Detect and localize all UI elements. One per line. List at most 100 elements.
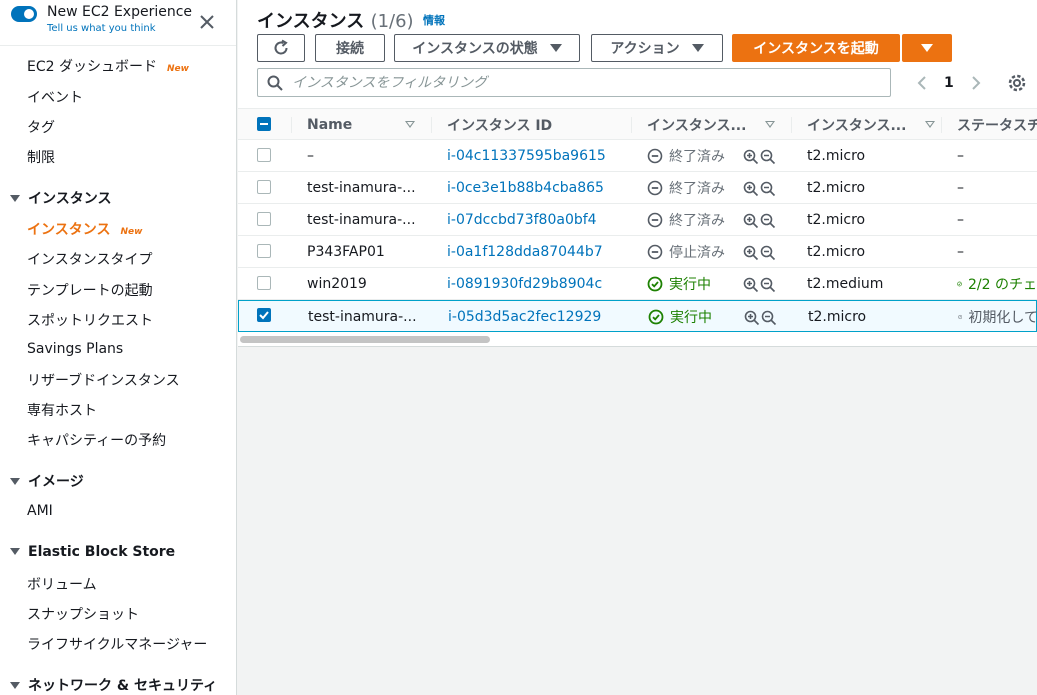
instance-state: 終了済み [647, 204, 743, 235]
sidebar: New EC2 Experience Tell us what you thin… [0, 0, 237, 695]
actions-dropdown[interactable]: アクション [591, 34, 723, 62]
status-check-label: 2/2 のチェ [968, 276, 1037, 293]
column-header-name[interactable]: Name [307, 109, 407, 140]
page-title: インスタンス (1/6) [257, 11, 414, 32]
sidebar-item-limits[interactable]: 制限 [27, 147, 55, 167]
row-checkbox[interactable] [257, 244, 271, 258]
zoom-out-icon[interactable] [760, 245, 776, 261]
sidebar-item-ec2-dashboard[interactable]: EC2 ダッシュボード New [27, 56, 189, 76]
zoom-out-icon[interactable] [760, 213, 776, 229]
instance-state-label: 終了済み [669, 180, 725, 197]
cell-name: test-inamura-... [307, 179, 416, 196]
row-checkbox[interactable] [257, 308, 271, 322]
sidebar-item-dedicated-hosts[interactable]: 専有ホスト [27, 400, 97, 420]
current-page-number[interactable]: 1 [944, 75, 954, 91]
sidebar-item-tags[interactable]: タグ [27, 117, 55, 137]
column-header-instance-state[interactable]: インスタンス... [647, 109, 759, 140]
stopped-icon [647, 180, 663, 195]
chevron-left-icon [917, 76, 926, 90]
sort-icon[interactable] [765, 121, 775, 128]
instance-state: 実行中 [648, 301, 744, 332]
instance-id-link[interactable]: i-0ce3e1b88b4cba865 [447, 172, 622, 203]
feedback-link[interactable]: Tell us what you think [47, 23, 156, 34]
sidebar-section-instances[interactable]: インスタンス [10, 188, 111, 208]
next-page-button[interactable] [968, 72, 984, 94]
column-header-instance-id[interactable]: インスタンス ID [447, 109, 617, 140]
row-checkbox[interactable] [257, 148, 271, 162]
zoom-out-icon[interactable] [760, 181, 776, 197]
table-row[interactable]: P343FAP01 i-0a1f128dda87044b7 停止済み t2.micro… [238, 236, 1037, 268]
instance-id-link[interactable]: i-05d3d5ac2fec12929 [448, 301, 623, 332]
table-row[interactable]: test-inamura-... i-0ce3e1b88b4cba865 終了済み t… [238, 172, 1037, 204]
column-header-status-check[interactable]: ステータスチ [957, 109, 1037, 140]
row-checkbox[interactable] [257, 212, 271, 226]
column-divider [941, 117, 942, 133]
zoom-in-icon[interactable] [743, 149, 759, 165]
zoom-controls [743, 245, 776, 261]
table-row[interactable]: test-inamura-... i-07dccbd73f80a0bf4 終了済み t… [238, 204, 1037, 236]
new-experience-banner: New EC2 Experience Tell us what you thin… [0, 0, 236, 46]
previous-page-button[interactable] [914, 72, 930, 94]
column-header-instance-type[interactable]: インスタンス... [807, 109, 919, 140]
zoom-out-icon[interactable] [761, 310, 777, 326]
sidebar-section-ebs[interactable]: Elastic Block Store [10, 544, 175, 560]
status-check-label: – [957, 211, 964, 228]
table-row[interactable]: win2019 i-0891930fd29b8904c 実行中 t2.medium 2/… [238, 268, 1037, 300]
select-all-checkbox[interactable] [257, 117, 271, 131]
search-input[interactable] [292, 73, 882, 93]
sidebar-item-ami[interactable]: AMI [27, 503, 53, 519]
zoom-out-icon[interactable] [760, 149, 776, 165]
chevron-right-icon [972, 76, 981, 90]
zoom-in-icon[interactable] [743, 213, 759, 229]
status-check-label: 初期化して [968, 309, 1037, 326]
caret-down-icon [10, 477, 20, 485]
sort-icon[interactable] [405, 121, 415, 128]
zoom-controls [744, 310, 777, 326]
sidebar-item-snapshots[interactable]: スナップショット [27, 604, 139, 624]
status-check-label: – [957, 147, 964, 164]
connect-button[interactable]: 接続 [315, 34, 385, 62]
sidebar-item-reserved-instances[interactable]: リザーブドインスタンス [27, 370, 180, 390]
sort-icon[interactable] [925, 121, 935, 128]
sidebar-item-capacity-reservations[interactable]: キャパシティーの予約 [27, 430, 166, 450]
launch-instances-button[interactable]: インスタンスを起動 [732, 34, 900, 62]
sidebar-item-launch-templates[interactable]: テンプレートの起動 [27, 280, 153, 300]
sidebar-item-lifecycle-manager[interactable]: ライフサイクルマネージャー [27, 634, 207, 654]
sidebar-item-instances[interactable]: インスタンス New [27, 219, 142, 239]
horizontal-scrollbar[interactable] [240, 336, 490, 343]
instance-id-link[interactable]: i-04c11337595ba9615 [447, 140, 622, 171]
instance-id-link[interactable]: i-0891930fd29b8904c [447, 268, 622, 299]
instance-id-link[interactable]: i-07dccbd73f80a0bf4 [447, 204, 622, 235]
refresh-button[interactable] [257, 34, 305, 62]
sidebar-item-volumes[interactable]: ボリューム [27, 574, 97, 594]
zoom-in-icon[interactable] [743, 277, 759, 293]
launch-options-dropdown[interactable] [902, 34, 952, 62]
table-row[interactable]: – i-04c11337595ba9615 終了済み t2.micro – [238, 140, 1037, 172]
gear-icon[interactable] [1007, 73, 1027, 93]
pagination: 1 [914, 72, 984, 94]
sidebar-item-savings-plans[interactable]: Savings Plans [27, 341, 123, 357]
sidebar-item-events[interactable]: イベント [27, 87, 83, 107]
new-experience-toggle[interactable] [11, 6, 37, 22]
instance-state-label: 終了済み [669, 212, 725, 229]
zoom-in-icon[interactable] [743, 181, 759, 197]
sidebar-item-spot-requests[interactable]: スポットリクエスト [27, 310, 153, 330]
sidebar-item-instance-types[interactable]: インスタンスタイプ [27, 249, 152, 269]
row-checkbox[interactable] [257, 180, 271, 194]
info-link[interactable]: 情報 [423, 12, 445, 28]
row-checkbox[interactable] [257, 276, 271, 290]
status-check: – [957, 140, 1037, 171]
filter-search-box[interactable] [257, 68, 891, 97]
table-row[interactable]: test-inamura-... i-05d3d5ac2fec12929 実行中 t2… [238, 300, 1037, 332]
zoom-in-icon[interactable] [743, 245, 759, 261]
close-icon[interactable] [197, 12, 217, 32]
zoom-out-icon[interactable] [760, 277, 776, 293]
instance-id-link[interactable]: i-0a1f128dda87044b7 [447, 236, 622, 267]
zoom-in-icon[interactable] [744, 310, 760, 326]
status-check: – [957, 204, 1037, 235]
instance-state-dropdown[interactable]: インスタンスの状態 [394, 34, 580, 62]
zoom-controls [743, 181, 776, 197]
sidebar-section-images[interactable]: イメージ [10, 471, 84, 491]
stopped-icon [647, 148, 663, 163]
sidebar-section-network-security[interactable]: ネットワーク & セキュリティ [10, 675, 217, 695]
